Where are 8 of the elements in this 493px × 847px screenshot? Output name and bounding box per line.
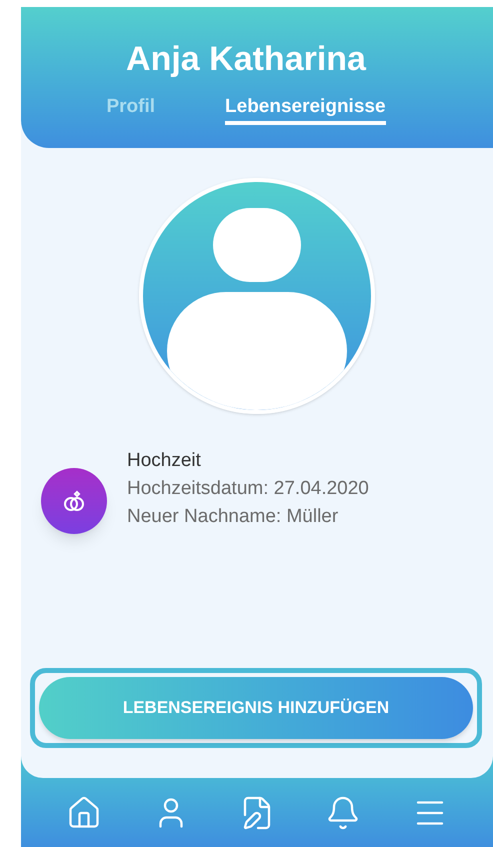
event-title: Hochzeit	[127, 449, 202, 473]
add-life-event-button[interactable]: LEBENSEREIGNIS HINZUFÜGEN	[39, 677, 473, 739]
tab[interactable]: Profil	[106, 95, 156, 125]
tab[interactable]: Lebensereignisse	[225, 95, 386, 125]
event-detail: Hochzeitsdatum: 27.04.2020	[127, 477, 369, 501]
profile-name: Anja Katharina	[126, 39, 368, 80]
rings-icon	[62, 489, 86, 513]
event-detail: Neuer Nachname: Müller	[127, 505, 340, 529]
